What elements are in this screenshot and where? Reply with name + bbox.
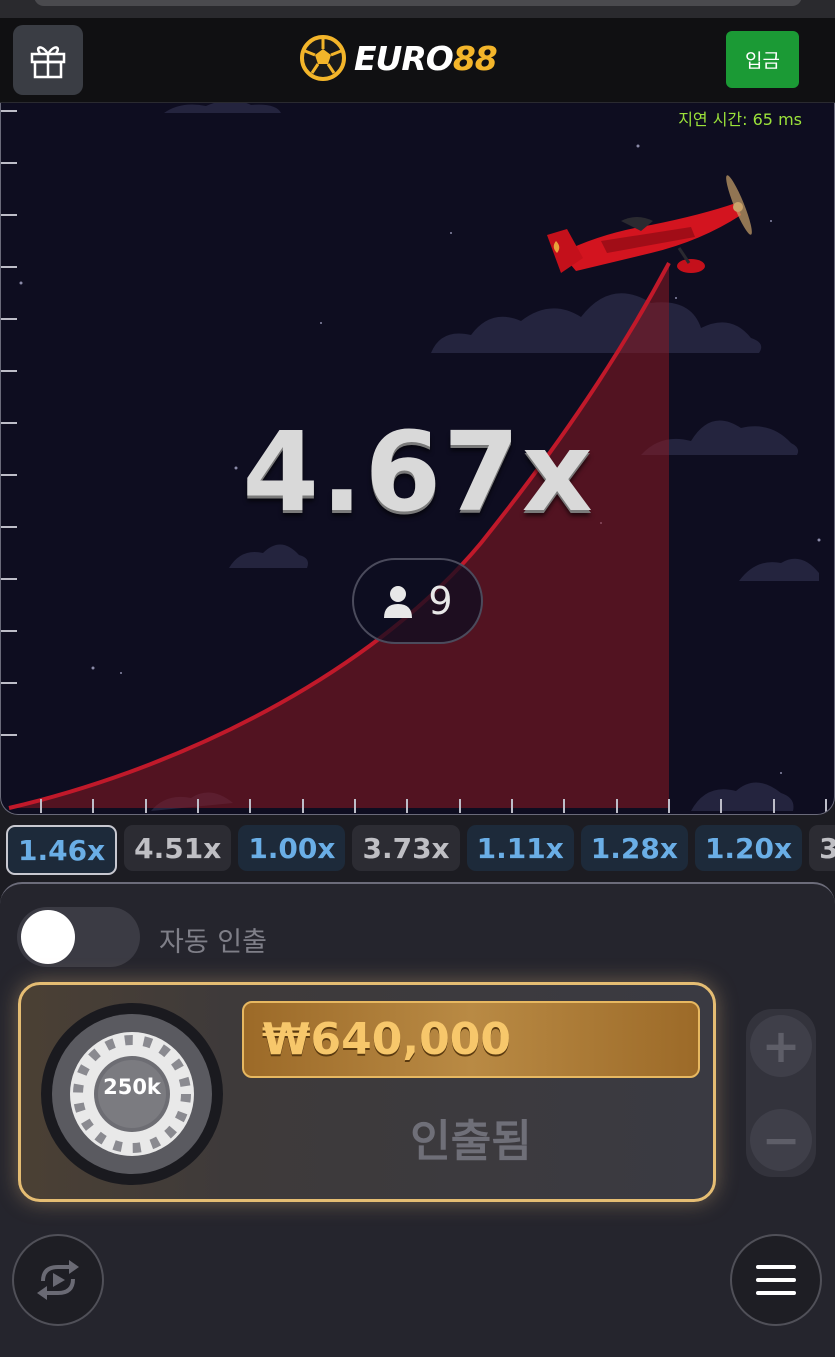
- logo-number: 88: [452, 38, 498, 78]
- player-count: 9: [428, 579, 453, 623]
- gift-icon: [30, 46, 66, 79]
- history-chip[interactable]: 1.11x: [466, 825, 574, 871]
- bet-chip[interactable]: 250k: [41, 1003, 223, 1185]
- repeat-button[interactable]: [12, 1234, 104, 1326]
- hamburger-menu-icon: [756, 1265, 796, 1295]
- gift-button[interactable]: [13, 25, 83, 95]
- history-chip[interactable]: 1.46x: [6, 825, 118, 875]
- history-chip[interactable]: 1.00x: [238, 825, 346, 871]
- history-chip[interactable]: 3.58: [809, 825, 835, 871]
- menu-button[interactable]: [730, 1234, 822, 1326]
- soccer-ball-icon: [300, 35, 346, 81]
- user-icon: [384, 586, 413, 618]
- player-count-badge: 9: [352, 558, 483, 644]
- status-strip: [0, 0, 835, 18]
- airplane-icon: [547, 175, 752, 273]
- deposit-button[interactable]: 입금: [726, 31, 799, 88]
- game-area: 지연 시간: 65 ms 4.67x 9: [0, 103, 835, 815]
- multiplier-history: 1.46x 4.51x 1.00x 3.73x 1.11x 1.28x 1.20…: [0, 825, 835, 875]
- bet-panel: 자동 인출 250k ₩640,000 인출됨 + −: [0, 882, 835, 1357]
- history-chip[interactable]: 4.51x: [124, 825, 232, 871]
- history-chip[interactable]: 1.28x: [580, 825, 688, 871]
- bet-stepper: + −: [746, 1009, 816, 1177]
- bet-card: 250k ₩640,000 인출됨: [18, 982, 716, 1202]
- cashout-status: 인출됨: [410, 1116, 532, 1167]
- logo-text: EURO: [354, 38, 454, 78]
- history-chip[interactable]: 3.73x: [352, 825, 460, 871]
- latency-indicator: 지연 시간: 65 ms: [678, 110, 802, 129]
- app-header: EURO88 입금: [0, 18, 835, 103]
- decrease-bet-button[interactable]: −: [750, 1109, 812, 1171]
- current-multiplier: 4.67x: [242, 408, 595, 536]
- bet-amount: ₩640,000: [242, 1001, 700, 1078]
- repeat-icon: [37, 1260, 79, 1300]
- auto-cashout-toggle[interactable]: [17, 907, 140, 967]
- auto-cashout-label: 자동 인출: [159, 927, 267, 958]
- chip-value: 250k: [103, 1075, 161, 1099]
- brand-logo: EURO88: [300, 30, 498, 86]
- increase-bet-button[interactable]: +: [750, 1015, 812, 1077]
- history-chip[interactable]: 1.20x: [694, 825, 803, 871]
